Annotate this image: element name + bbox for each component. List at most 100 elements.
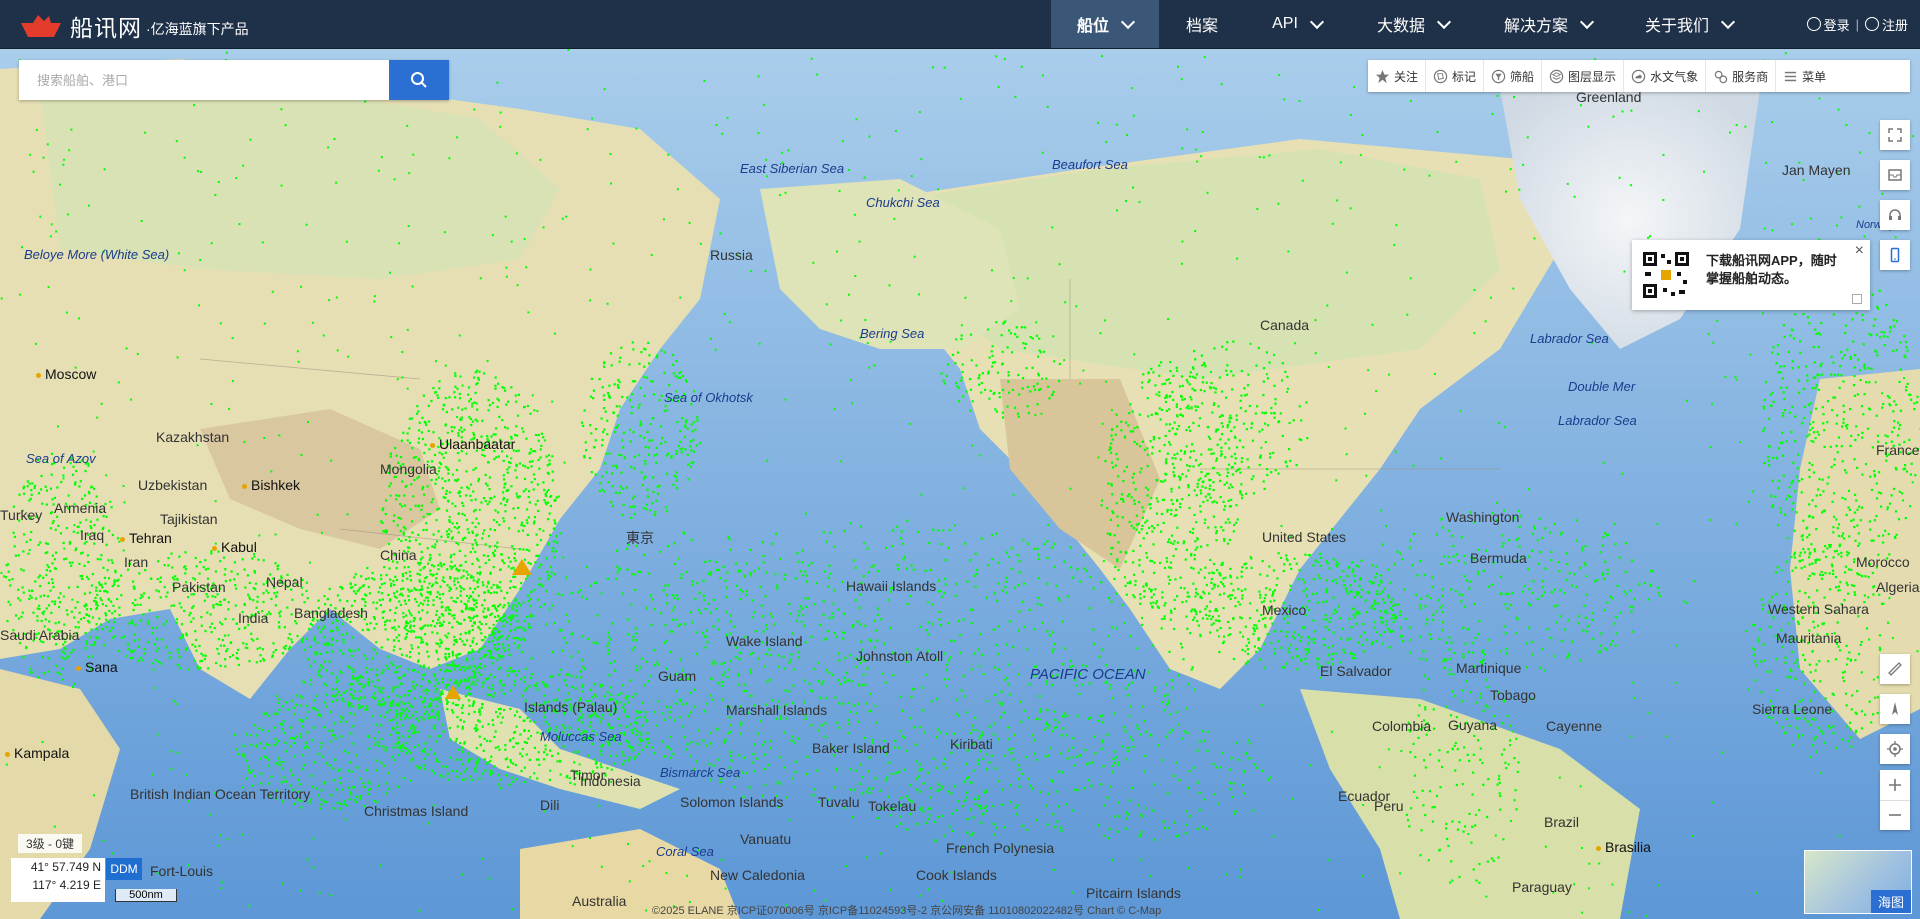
ship-marker	[1117, 475, 1120, 478]
login-link[interactable]: 登录	[1824, 15, 1850, 34]
ship-marker	[17, 554, 20, 557]
ship-marker	[458, 758, 461, 761]
ship-marker	[511, 617, 514, 620]
ship-marker	[615, 754, 618, 757]
ship-marker	[477, 477, 480, 480]
ship-marker	[488, 488, 491, 491]
ship-marker	[1342, 651, 1346, 654]
ship-marker	[431, 631, 434, 634]
ship-marker	[253, 724, 256, 727]
ship-marker	[99, 558, 102, 561]
ship-marker	[534, 561, 537, 564]
ship-marker	[481, 537, 484, 540]
ship-marker	[495, 711, 498, 714]
ship-marker	[1800, 491, 1803, 494]
ship-marker	[519, 604, 522, 607]
ship-marker	[511, 670, 514, 673]
ship-marker	[503, 486, 506, 489]
ship-marker	[293, 755, 296, 758]
ship-marker	[1209, 600, 1212, 603]
ship-marker	[545, 590, 548, 593]
nav-about-us[interactable]: 关于我们	[1619, 0, 1759, 48]
ship-marker	[1190, 566, 1193, 569]
ship-marker	[303, 601, 306, 604]
ship-marker	[417, 636, 420, 639]
nav-archive[interactable]: 档案	[1159, 0, 1245, 48]
ship-marker	[343, 800, 346, 803]
ship-marker	[675, 449, 678, 453]
ship-marker	[1326, 562, 1329, 565]
ship-marker	[1307, 642, 1310, 645]
ship-marker	[438, 553, 441, 556]
ship-marker	[293, 713, 296, 716]
ship-marker	[445, 699, 448, 702]
ship-marker	[1389, 630, 1392, 633]
ship-marker	[1868, 520, 1871, 523]
ship-marker	[331, 729, 334, 732]
ship-marker	[694, 428, 697, 431]
ship-marker	[83, 605, 87, 608]
ship-marker	[278, 761, 281, 764]
ship-marker	[527, 495, 530, 499]
ship-marker	[481, 772, 484, 775]
ship-marker	[1228, 447, 1231, 450]
ship-marker	[623, 708, 626, 711]
ship-marker	[255, 661, 258, 664]
ship-marker	[358, 797, 361, 800]
nav-ship-position[interactable]: 船位	[1051, 0, 1159, 48]
ship-marker	[1169, 395, 1172, 398]
ship-marker	[482, 749, 485, 752]
ship-marker	[1392, 620, 1395, 623]
ship-marker	[23, 492, 26, 495]
ship-marker	[448, 491, 451, 494]
ship-marker	[1899, 368, 1902, 371]
ship-map[interactable]: East Siberian Sea Beaufort Sea Chukchi S…	[0, 49, 1920, 919]
ship-marker	[331, 700, 334, 703]
nav-solutions[interactable]: 解决方案	[1477, 0, 1619, 48]
ship-marker	[265, 743, 268, 746]
ship-marker	[478, 777, 481, 780]
ship-marker	[248, 581, 251, 584]
register-link[interactable]: 注册	[1882, 15, 1908, 34]
ship-marker	[509, 761, 513, 764]
nav-big-data[interactable]: 大数据	[1349, 0, 1477, 48]
ship-marker	[506, 765, 510, 769]
brand-logo[interactable]: 船讯网 ·亿海蓝旗下产品	[18, 9, 249, 43]
ship-marker	[553, 556, 556, 559]
ship-marker	[1164, 460, 1168, 463]
ship-marker	[483, 591, 487, 594]
ship-marker	[472, 599, 476, 602]
ship-marker	[573, 761, 576, 764]
ship-marker	[1133, 502, 1136, 505]
ship-marker	[323, 701, 327, 704]
ship-marker	[1810, 543, 1813, 546]
ship-marker	[378, 586, 381, 589]
ship-marker	[648, 362, 651, 365]
ship-marker	[549, 534, 552, 537]
ship-marker	[146, 620, 150, 623]
ship-marker	[1180, 413, 1183, 416]
ship-marker	[635, 717, 638, 720]
ship-marker	[1205, 605, 1208, 608]
ship-marker	[386, 696, 389, 699]
ship-marker	[143, 648, 146, 651]
ship-marker	[1172, 471, 1175, 474]
nav-api[interactable]: API	[1245, 0, 1349, 48]
ship-marker	[408, 540, 411, 543]
ship-marker	[1225, 481, 1228, 484]
ship-marker	[1215, 530, 1218, 533]
ship-marker	[367, 681, 370, 684]
ship-marker	[480, 673, 483, 676]
ship-marker	[1875, 497, 1879, 500]
ship-marker	[425, 692, 428, 695]
ship-marker	[118, 649, 121, 653]
ship-marker	[692, 421, 695, 424]
ship-marker	[552, 527, 555, 530]
ship-marker	[553, 573, 556, 576]
ship-marker	[454, 372, 457, 375]
ship-marker	[339, 670, 342, 673]
ship-marker	[1802, 387, 1805, 390]
ship-marker	[436, 682, 439, 685]
ship-marker	[471, 420, 474, 423]
ship-marker	[1258, 619, 1261, 623]
